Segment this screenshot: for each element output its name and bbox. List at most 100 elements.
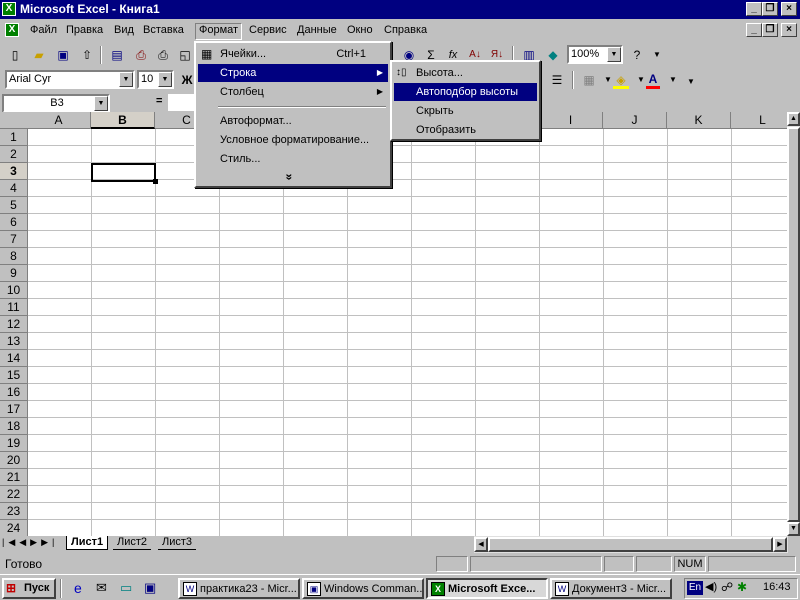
column-header-b[interactable]: B <box>91 112 155 129</box>
quick-launch-icon[interactable]: ▣ <box>144 580 156 596</box>
row-header-13[interactable]: 13 <box>0 333 28 350</box>
horizontal-scroll-thumb[interactable] <box>488 537 773 552</box>
maximize-button[interactable]: ❐ <box>762 2 778 16</box>
row-header-3[interactable]: 3 <box>0 163 28 180</box>
menu-format[interactable]: Формат <box>195 23 243 40</box>
address-book-icon[interactable]: ▤ <box>106 45 128 65</box>
font-name-combo[interactable]: Arial Cyr ▼ <box>5 70 135 89</box>
active-cell-b3[interactable] <box>91 163 156 182</box>
row-header-20[interactable]: 20 <box>0 452 28 469</box>
expand-menu-icon[interactable]: » <box>282 174 296 181</box>
sheet-nav-buttons[interactable]: |◀◀▶▶| <box>2 537 66 551</box>
font-name-dropdown-icon[interactable]: ▼ <box>119 72 133 87</box>
column-header-l[interactable]: L <box>731 112 787 129</box>
row-header-7[interactable]: 7 <box>0 231 28 248</box>
row-header-2[interactable]: 2 <box>0 146 28 163</box>
format-menu-autoformat[interactable]: Автоформат... <box>198 112 388 130</box>
publish-icon[interactable]: ⇧ <box>76 45 98 65</box>
doc-close-button[interactable]: × <box>781 23 797 37</box>
open-folder-icon[interactable]: ▰ <box>28 45 50 65</box>
row-header-16[interactable]: 16 <box>0 384 28 401</box>
column-header-a[interactable]: A <box>27 112 91 129</box>
row-unhide-item[interactable]: Отобразить <box>394 121 537 139</box>
excel-app-icon[interactable]: X <box>2 2 16 16</box>
scroll-down-icon[interactable]: ▼ <box>787 522 800 536</box>
sheet-tab-2[interactable]: Лист2 <box>113 536 152 550</box>
name-box-dropdown-icon[interactable]: ▼ <box>94 96 108 111</box>
volume-icon[interactable]: ◀) <box>705 580 717 593</box>
tray-app-icon[interactable]: ✱ <box>737 580 747 594</box>
row-autofit-item[interactable]: Автоподбор высоты <box>394 83 537 101</box>
row-header-11[interactable]: 11 <box>0 299 28 316</box>
help-icon[interactable]: ? <box>626 45 648 65</box>
menu-help[interactable]: Справка <box>380 23 431 40</box>
more-buttons-icon[interactable]: ▼ <box>680 72 702 92</box>
doc-minimize-button[interactable]: _ <box>746 23 762 37</box>
row-header-17[interactable]: 17 <box>0 401 28 418</box>
format-menu-cells[interactable]: ▦ Ячейки... Ctrl+1 <box>198 45 388 63</box>
sheet-tab-1[interactable]: Лист1 <box>66 536 109 550</box>
row-header-15[interactable]: 15 <box>0 367 28 384</box>
row-header-18[interactable]: 18 <box>0 418 28 435</box>
indent-icon[interactable]: ☰ <box>546 70 568 90</box>
outlook-express-icon[interactable]: ✉ <box>96 580 107 596</box>
task-word-praktika[interactable]: W практика23 - Micr... <box>178 578 300 599</box>
scroll-left-icon[interactable]: ◀ <box>474 537 488 552</box>
scroll-right-icon[interactable]: ▶ <box>773 537 787 552</box>
row-header-23[interactable]: 23 <box>0 503 28 520</box>
start-button[interactable]: ⊞ Пуск <box>2 578 56 599</box>
show-desktop-icon[interactable]: ▭ <box>120 580 132 596</box>
row-header-4[interactable]: 4 <box>0 180 28 197</box>
font-size-combo[interactable]: 10 ▼ <box>137 70 174 89</box>
zoom-combo[interactable]: 100% ▼ <box>567 45 623 64</box>
row-header-10[interactable]: 10 <box>0 282 28 299</box>
row-header-19[interactable]: 19 <box>0 435 28 452</box>
worksheet-grid[interactable]: ABCDEFGHIJKL 123456789101112131415161718… <box>0 112 787 536</box>
menu-tools[interactable]: Сервис <box>245 23 291 40</box>
menu-edit[interactable]: Правка <box>62 23 107 40</box>
row-header-14[interactable]: 14 <box>0 350 28 367</box>
row-header-21[interactable]: 21 <box>0 469 28 486</box>
fill-handle[interactable] <box>153 179 158 184</box>
internet-explorer-icon[interactable]: e <box>74 580 82 596</box>
horizontal-scrollbar[interactable]: ◀ ▶ <box>474 536 788 553</box>
format-menu-conditional[interactable]: Условное форматирование... <box>198 131 388 149</box>
menu-window[interactable]: Окно <box>343 23 377 40</box>
font-size-dropdown-icon[interactable]: ▼ <box>158 72 172 87</box>
select-all-corner[interactable] <box>0 112 28 129</box>
row-header-6[interactable]: 6 <box>0 214 28 231</box>
row-header-1[interactable]: 1 <box>0 129 28 146</box>
menu-insert[interactable]: Вставка <box>139 23 188 40</box>
doc-restore-button[interactable]: ❐ <box>762 23 778 37</box>
row-header-5[interactable]: 5 <box>0 197 28 214</box>
format-menu-row[interactable]: Строка ▶ <box>198 64 388 82</box>
zoom-dropdown-icon[interactable]: ▼ <box>607 47 621 62</box>
name-box[interactable]: B3 ▼ <box>2 94 110 113</box>
title-bar[interactable]: X Microsoft Excel - Книга1 _ ❐ × <box>0 0 800 19</box>
menu-data[interactable]: Данные <box>293 23 341 40</box>
menu-file[interactable]: Файл <box>26 23 61 40</box>
print-preview-icon[interactable]: ⎙ <box>152 45 174 65</box>
row-height-item[interactable]: ↕▯ Высота... <box>394 64 537 82</box>
column-header-i[interactable]: I <box>539 112 603 129</box>
row-header-24[interactable]: 24 <box>0 520 28 536</box>
row-header-8[interactable]: 8 <box>0 248 28 265</box>
vertical-scroll-thumb[interactable] <box>787 127 800 522</box>
column-header-j[interactable]: J <box>603 112 667 129</box>
drawing-icon[interactable]: ◆ <box>542 45 564 65</box>
vertical-scrollbar[interactable]: ▲ ▼ <box>787 112 800 536</box>
row-hide-item[interactable]: Скрыть <box>394 102 537 120</box>
network-icon[interactable]: ☍ <box>721 580 733 594</box>
more-buttons-icon[interactable]: ▼ <box>646 45 668 65</box>
minimize-button[interactable]: _ <box>746 2 762 16</box>
column-header-k[interactable]: K <box>667 112 731 129</box>
task-excel[interactable]: X Microsoft Exce... <box>426 578 548 599</box>
format-menu-style[interactable]: Стиль... <box>198 150 388 168</box>
spell-check-icon[interactable]: ◱ <box>174 45 196 65</box>
row-header-12[interactable]: 12 <box>0 316 28 333</box>
row-header-9[interactable]: 9 <box>0 265 28 282</box>
sheet-tab-3[interactable]: Лист3 <box>158 536 197 550</box>
format-menu-column[interactable]: Столбец ▶ <box>198 83 388 101</box>
row-header-22[interactable]: 22 <box>0 486 28 503</box>
workbook-icon[interactable]: X <box>5 23 19 37</box>
